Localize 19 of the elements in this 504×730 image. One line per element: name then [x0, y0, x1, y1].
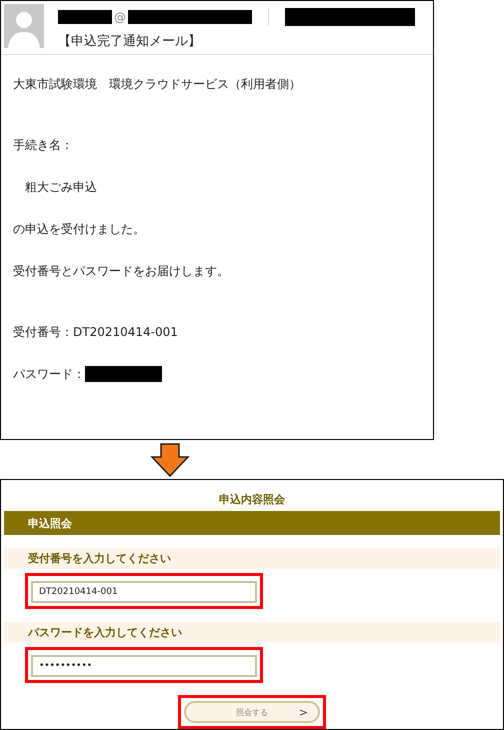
email-text: 受付番号：DT20210414-001 [13, 324, 179, 341]
input-field[interactable]: DT20210414-001 [31, 581, 257, 603]
page-title: 申込内容照会 [219, 492, 285, 507]
input-field[interactable]: •••••••••• [31, 655, 257, 677]
email-subject: 【申込完了通知メール】 [58, 33, 202, 50]
email-text: 大東市試験環境 環境クラウドサービス（利用者側） [13, 76, 302, 93]
field-label: 受付番号を入力してください [4, 548, 500, 569]
email-text: 粗大ごみ申込 [24, 179, 98, 196]
inquiry-button[interactable]: 照会する > [184, 701, 320, 723]
email-text: の申込を受付けました。 [13, 221, 146, 238]
avatar-icon [4, 4, 44, 48]
email-text: 手続き名： [13, 137, 74, 154]
down-arrow-icon [150, 442, 190, 477]
section-bar: 申込照会 [4, 511, 500, 535]
redaction-bar [58, 10, 112, 24]
password-label: パスワード： [13, 366, 85, 383]
email-text: 受付番号とパスワードをお届けします。 [13, 263, 230, 280]
field-label: パスワードを入力してください [4, 622, 500, 643]
at-sign: @ [114, 10, 126, 24]
